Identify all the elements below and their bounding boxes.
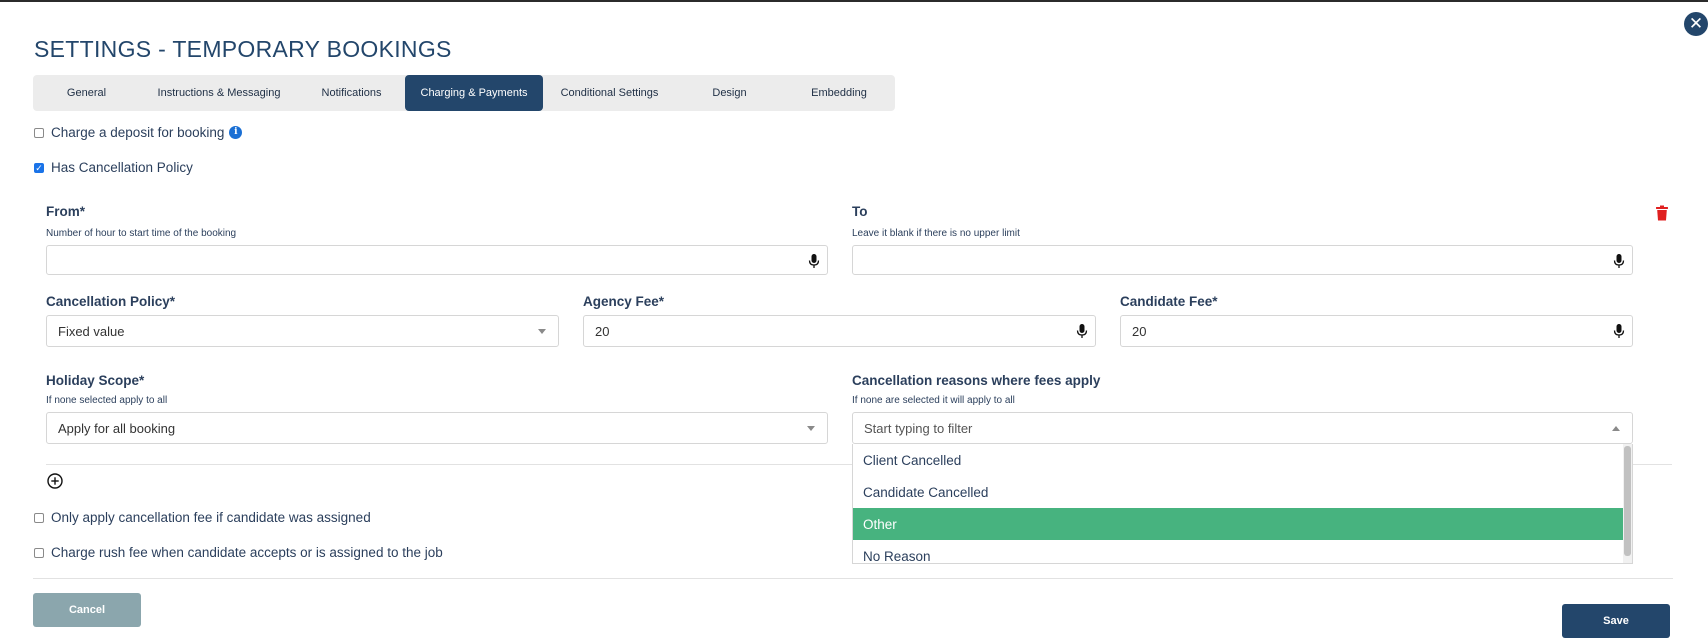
- cancellation-reasons-select[interactable]: Start typing to filter: [852, 412, 1633, 444]
- only-apply-assigned-row: Only apply cancellation fee if candidate…: [34, 510, 371, 525]
- tab-instructions-messaging[interactable]: Instructions & Messaging: [140, 75, 298, 111]
- window-top-border: [0, 0, 1708, 2]
- to-hint: Leave it blank if there is no upper limi…: [852, 228, 1020, 239]
- cancellation-reasons-dropdown: Client Cancelled Candidate Cancelled Oth…: [852, 444, 1633, 564]
- deposit-checkbox[interactable]: [34, 127, 44, 138]
- cancel-button[interactable]: Cancel: [33, 593, 141, 627]
- holiday-scope-label: Holiday Scope*: [46, 373, 145, 388]
- from-hint: Number of hour to start time of the book…: [46, 228, 237, 239]
- holiday-scope-value: Apply for all booking: [58, 420, 176, 436]
- deposit-row: Charge a deposit for booking i: [34, 125, 243, 140]
- dropdown-scrollbar[interactable]: [1623, 444, 1632, 563]
- microphone-icon[interactable]: [807, 253, 821, 269]
- has-cancellation-policy-checkbox[interactable]: ✓: [34, 162, 44, 173]
- agency-fee-value: 20: [595, 323, 610, 339]
- dropdown-option-other[interactable]: Other: [853, 508, 1625, 540]
- candidate-fee-input[interactable]: 20: [1120, 315, 1633, 347]
- footer-divider: [33, 578, 1673, 579]
- dropdown-option-client-cancelled[interactable]: Client Cancelled: [853, 444, 1625, 476]
- cancellation-policy-label: Cancellation Policy*: [46, 294, 176, 309]
- dropdown-scroll-thumb[interactable]: [1624, 446, 1631, 556]
- candidate-fee-value: 20: [1132, 323, 1147, 339]
- to-label: To: [852, 204, 868, 219]
- from-label: From*: [46, 204, 86, 219]
- cancellation-reasons-hint: If none are selected it will apply to al…: [852, 395, 1015, 406]
- cancellation-policy-value: Fixed value: [58, 323, 125, 339]
- to-input[interactable]: [852, 245, 1633, 275]
- tab-charging-payments[interactable]: Charging & Payments: [405, 75, 543, 111]
- holiday-scope-hint: If none selected apply to all: [46, 395, 168, 406]
- holiday-scope-select[interactable]: Apply for all booking: [46, 412, 828, 444]
- cancellation-policy-select[interactable]: Fixed value: [46, 315, 559, 347]
- chevron-up-icon: [1612, 426, 1620, 431]
- dropdown-option-no-reason[interactable]: No Reason: [853, 540, 1625, 564]
- deposit-label: Charge a deposit for booking: [51, 125, 225, 140]
- only-apply-assigned-label: Only apply cancellation fee if candidate…: [51, 510, 371, 525]
- microphone-icon[interactable]: [1075, 323, 1089, 339]
- rush-fee-checkbox[interactable]: [34, 547, 44, 558]
- add-circle-icon[interactable]: [47, 473, 63, 489]
- settings-tabs: General Instructions & Messaging Notific…: [33, 75, 895, 111]
- chevron-down-icon: [538, 329, 546, 334]
- only-apply-assigned-checkbox[interactable]: [34, 512, 44, 523]
- tab-conditional-settings[interactable]: Conditional Settings: [543, 75, 676, 111]
- page-title: SETTINGS - TEMPORARY BOOKINGS: [34, 36, 452, 62]
- tab-general[interactable]: General: [33, 75, 140, 111]
- cancellation-reasons-label: Cancellation reasons where fees apply: [852, 373, 1101, 388]
- tab-design[interactable]: Design: [676, 75, 783, 111]
- info-icon[interactable]: i: [229, 126, 243, 139]
- tab-notifications[interactable]: Notifications: [298, 75, 405, 111]
- trash-icon[interactable]: [1655, 205, 1669, 221]
- chevron-down-icon: [807, 426, 815, 431]
- close-icon[interactable]: ✕: [1684, 12, 1708, 36]
- agency-fee-label: Agency Fee*: [583, 294, 665, 309]
- cancellation-reasons-placeholder: Start typing to filter: [864, 420, 973, 436]
- rush-fee-row: Charge rush fee when candidate accepts o…: [34, 545, 443, 560]
- save-button[interactable]: Save: [1562, 604, 1670, 638]
- microphone-icon[interactable]: [1612, 323, 1626, 339]
- has-cancellation-policy-label: Has Cancellation Policy: [51, 160, 193, 175]
- rush-fee-label: Charge rush fee when candidate accepts o…: [51, 545, 443, 560]
- tab-embedding[interactable]: Embedding: [783, 75, 895, 111]
- from-input[interactable]: [46, 245, 828, 275]
- cancellation-policy-row: ✓ Has Cancellation Policy: [34, 160, 193, 175]
- dropdown-option-candidate-cancelled[interactable]: Candidate Cancelled: [853, 476, 1625, 508]
- agency-fee-input[interactable]: 20: [583, 315, 1096, 347]
- microphone-icon[interactable]: [1612, 253, 1626, 269]
- candidate-fee-label: Candidate Fee*: [1120, 294, 1218, 309]
